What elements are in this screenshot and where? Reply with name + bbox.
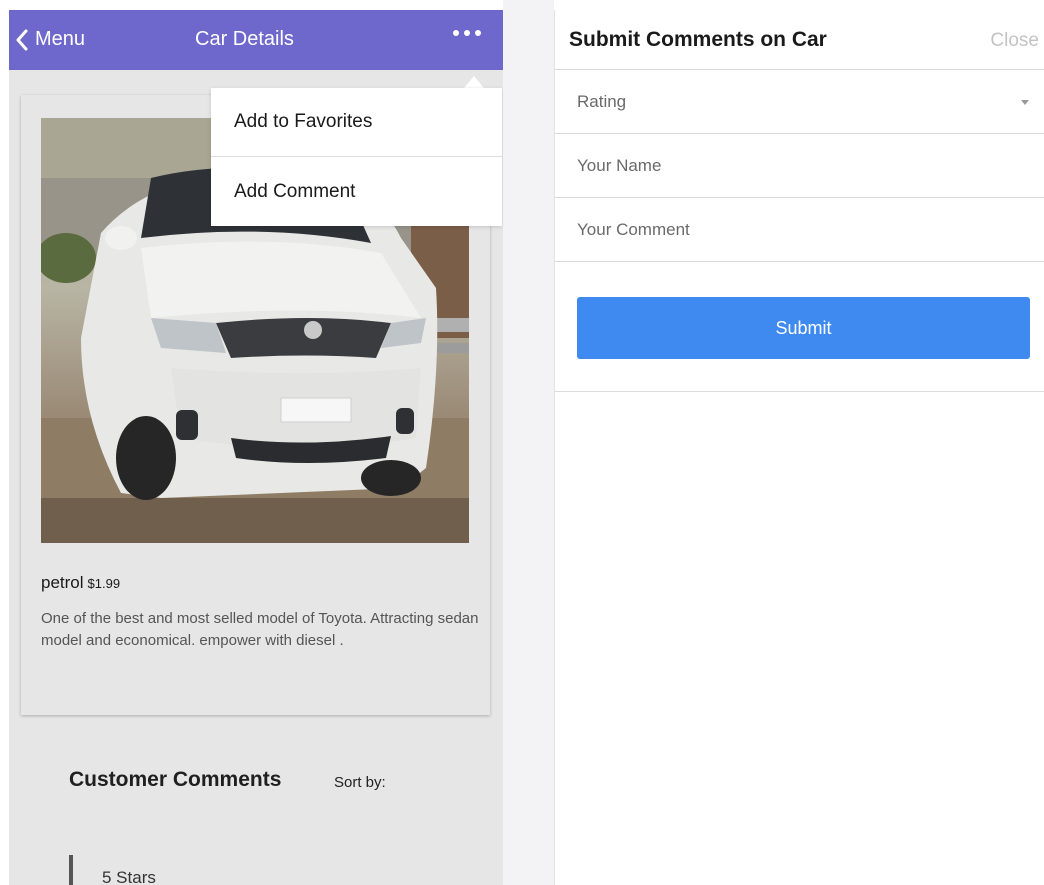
name-placeholder: Your Name: [577, 155, 662, 175]
navbar: Menu Car Details: [9, 10, 503, 70]
comments-heading: Customer Comments: [69, 768, 282, 791]
car-price: $1.99: [87, 576, 121, 591]
menu-item-add-to-favorites[interactable]: Add to Favorites: [211, 88, 502, 157]
submit-area: Submit: [555, 262, 1044, 392]
page-title: Car Details: [195, 28, 294, 50]
close-button[interactable]: Close: [990, 30, 1039, 52]
name-input[interactable]: Your Name: [555, 134, 1044, 198]
back-label: Menu: [35, 28, 86, 50]
form-header: Submit Comments on Car Close: [555, 10, 1044, 70]
more-horizontal-icon[interactable]: [453, 30, 481, 36]
car-title: petrol $1.99: [41, 573, 120, 593]
submit-button[interactable]: Submit: [577, 297, 1030, 359]
back-button[interactable]: Menu: [15, 28, 85, 51]
car-name: petrol: [41, 573, 84, 592]
pane-gap: [503, 0, 554, 885]
sort-by-control[interactable]: Sort by:: [334, 774, 386, 791]
chevron-down-icon: [1021, 100, 1029, 105]
rating-select[interactable]: Rating: [555, 70, 1044, 134]
dropdown-caret: [464, 76, 484, 88]
menu-item-add-comment[interactable]: Add Comment: [211, 157, 502, 226]
car-details-pane: Menu Car Details petrol $1.99 One of the…: [9, 10, 503, 885]
form-title: Submit Comments on Car: [569, 28, 827, 51]
car-description: One of the best and most selled model of…: [41, 610, 479, 649]
comment-input[interactable]: Your Comment: [555, 198, 1044, 262]
chevron-left-icon: [16, 29, 28, 50]
comment-form-pane: Submit Comments on Car Close Rating Your…: [554, 10, 1044, 885]
comment-placeholder: Your Comment: [577, 219, 690, 239]
rating-placeholder: Rating: [577, 91, 627, 111]
comment-indicator-bar: [69, 855, 73, 885]
more-menu: Add to Favorites Add Comment: [211, 88, 502, 226]
comment-rating: 5 Stars: [102, 868, 156, 885]
